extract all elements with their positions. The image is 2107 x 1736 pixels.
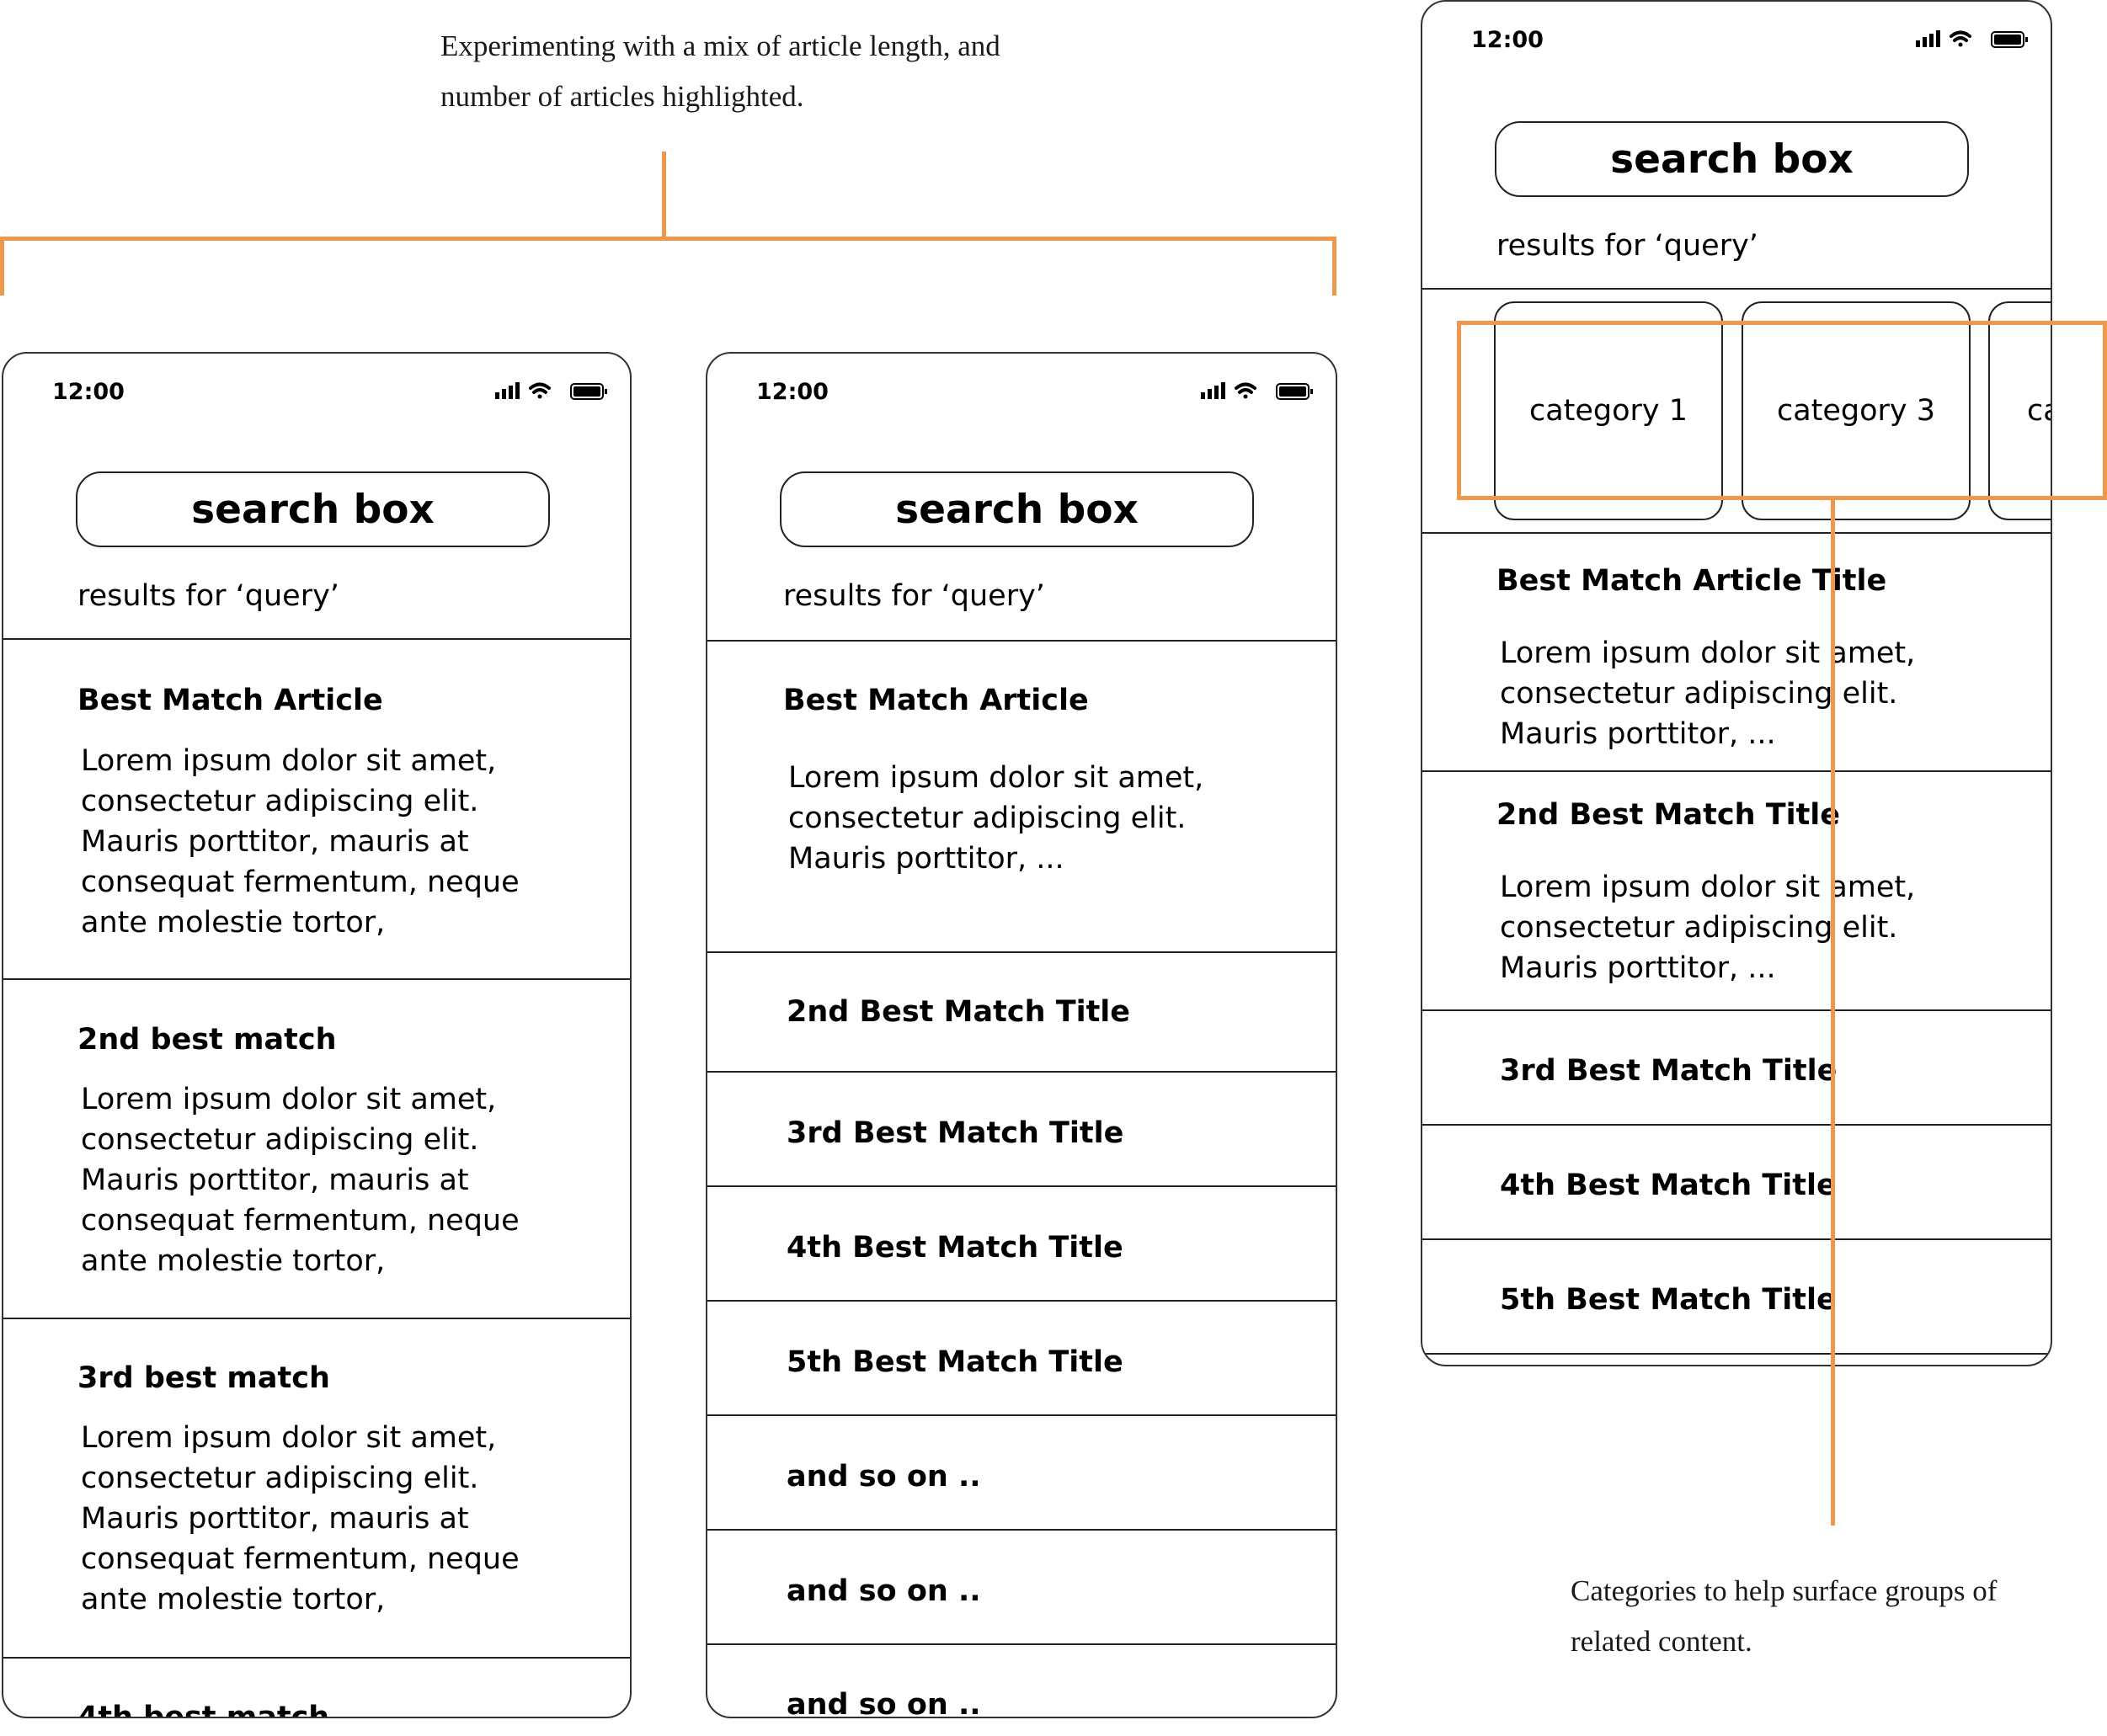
result-title[interactable]: 3rd Best Match Title bbox=[1500, 1054, 1837, 1088]
result-title[interactable]: 5th Best Match Title bbox=[787, 1345, 1123, 1379]
bracket-left-leg bbox=[0, 237, 4, 296]
status-icons bbox=[1916, 30, 2028, 48]
signal-icon bbox=[1916, 30, 1940, 47]
divider bbox=[3, 978, 630, 980]
result-title[interactable]: 3rd Best Match Title bbox=[787, 1116, 1123, 1150]
result-title[interactable]: 4th Best Match Title bbox=[1500, 1169, 1837, 1202]
divider bbox=[1422, 1353, 2051, 1355]
divider bbox=[707, 1414, 1336, 1416]
article-title: 3rd best match bbox=[77, 1361, 330, 1395]
bracket-stem bbox=[662, 152, 666, 240]
top-annotation-line-1: Experimenting with a mix of article leng… bbox=[440, 29, 1000, 62]
divider bbox=[1422, 1009, 2051, 1011]
divider bbox=[3, 1318, 630, 1319]
signal-icon bbox=[495, 382, 520, 399]
result-title[interactable]: 2nd Best Match Title bbox=[787, 995, 1130, 1029]
divider bbox=[707, 951, 1336, 953]
status-icons bbox=[1201, 382, 1313, 400]
top-annotation: Experimenting with a mix of article leng… bbox=[440, 21, 1000, 122]
phone-mockup-1: 12:00 search box results for ‘query’ Bes… bbox=[2, 352, 632, 1718]
divider bbox=[3, 1657, 630, 1659]
bracket-right-leg bbox=[1332, 237, 1336, 296]
battery-icon bbox=[570, 383, 607, 400]
article-title: Best Match Article bbox=[77, 684, 383, 717]
results-label: results for ‘query’ bbox=[77, 579, 339, 613]
article-excerpt: Lorem ipsum dolor sit amet, consectetur … bbox=[1500, 636, 1916, 751]
top-annotation-line-2: number of articles highlighted. bbox=[440, 80, 804, 113]
divider bbox=[707, 1300, 1336, 1302]
right-annotation: Categories to help surface groups of rel… bbox=[1571, 1566, 1997, 1667]
article-title: 2nd best match bbox=[77, 1023, 337, 1057]
wifi-icon bbox=[529, 382, 551, 399]
article-title: 2nd Best Match Title bbox=[1496, 798, 1841, 832]
divider bbox=[1422, 288, 2051, 290]
results-label: results for ‘query’ bbox=[783, 579, 1045, 613]
divider bbox=[1422, 1238, 2051, 1240]
search-input[interactable]: search box bbox=[780, 471, 1254, 547]
status-time: 12:00 bbox=[756, 379, 829, 405]
result-title[interactable]: and so on .. bbox=[787, 1460, 981, 1494]
category-connector-line bbox=[1831, 500, 1835, 1526]
result-title[interactable]: and so on .. bbox=[787, 1574, 981, 1608]
battery-icon bbox=[1991, 31, 2028, 48]
divider bbox=[707, 1643, 1336, 1645]
right-annotation-line-1: Categories to help surface groups of bbox=[1571, 1574, 1998, 1607]
divider bbox=[1422, 1124, 2051, 1126]
article-title: Best Match Article Title bbox=[1496, 564, 1887, 598]
wifi-icon bbox=[1950, 30, 1971, 47]
right-annotation-line-2: related content. bbox=[1571, 1625, 1752, 1658]
status-icons bbox=[495, 382, 607, 400]
divider bbox=[1422, 532, 2051, 534]
article-title-cut-off[interactable]: 4th best match bbox=[77, 1701, 329, 1717]
divider bbox=[707, 1185, 1336, 1187]
status-time: 12:00 bbox=[52, 379, 125, 405]
result-title[interactable]: and so on .. bbox=[787, 1688, 981, 1717]
divider bbox=[1422, 770, 2051, 772]
battery-icon bbox=[1276, 383, 1313, 400]
results-label: results for ‘query’ bbox=[1496, 229, 1758, 263]
article-title: Best Match Article bbox=[783, 684, 1089, 717]
divider bbox=[707, 1071, 1336, 1073]
divider bbox=[707, 640, 1336, 642]
result-title[interactable]: 4th Best Match Title bbox=[787, 1231, 1123, 1265]
divider bbox=[707, 1529, 1336, 1531]
wifi-icon bbox=[1235, 382, 1256, 399]
search-input[interactable]: search box bbox=[1495, 121, 1969, 197]
category-highlight-box bbox=[1457, 321, 2107, 500]
search-input[interactable]: search box bbox=[76, 471, 550, 547]
phone-mockup-3: 12:00 search box results for ‘query’ cat… bbox=[1421, 0, 2052, 1366]
article-excerpt: Lorem ipsum dolor sit amet, consectetur … bbox=[81, 744, 520, 940]
article-excerpt: Lorem ipsum dolor sit amet, consectetur … bbox=[81, 1421, 520, 1616]
bracket-bar bbox=[0, 237, 1336, 241]
phone-mockup-2: 12:00 search box results for ‘query’ Bes… bbox=[706, 352, 1337, 1718]
signal-icon bbox=[1201, 382, 1225, 399]
result-title[interactable]: 5th Best Match Title bbox=[1500, 1283, 1837, 1317]
article-excerpt: Lorem ipsum dolor sit amet, consectetur … bbox=[81, 1083, 520, 1278]
article-excerpt: Lorem ipsum dolor sit amet, consectetur … bbox=[788, 761, 1204, 876]
status-time: 12:00 bbox=[1471, 27, 1544, 53]
divider bbox=[3, 638, 630, 640]
article-excerpt: Lorem ipsum dolor sit amet, consectetur … bbox=[1500, 871, 1916, 985]
